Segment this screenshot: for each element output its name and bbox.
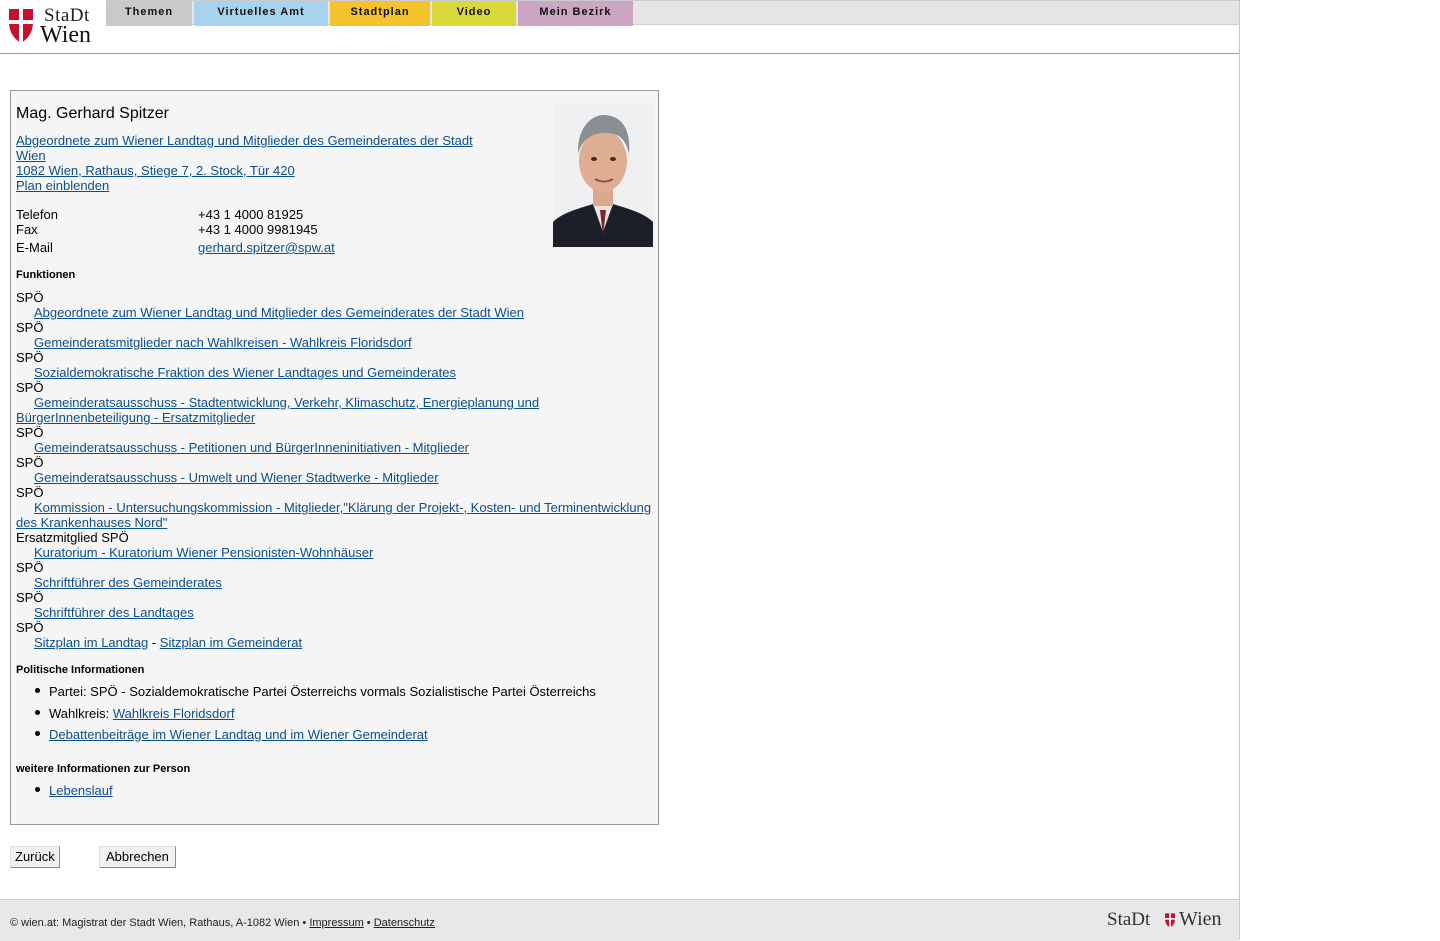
function-link[interactable]: Gemeinderatsausschuss - Petitionen und B… [34, 440, 469, 455]
header: StaDt Wien Themen Virtuelles Amt Stadtpl… [0, 0, 1239, 54]
function-link[interactable]: Gemeinderatsmitglieder nach Wahlkreisen … [34, 335, 412, 350]
seating-landtag-link[interactable]: Sitzplan im Landtag [34, 635, 148, 650]
function-party: SPÖ [16, 620, 44, 635]
district-row: Wahlkreis: Wahlkreis Floridsdorf [49, 706, 234, 721]
seating-links: Sitzplan im Landtag - Sitzplan im Gemein… [34, 635, 302, 650]
function-party: Ersatzmitglied SPÖ [16, 530, 129, 545]
bullet-icon [35, 731, 40, 736]
portrait-photo [553, 104, 653, 247]
function-party: SPÖ [16, 590, 44, 605]
vienna-shield-icon [1165, 913, 1175, 928]
cancel-button[interactable]: Abbrechen [99, 846, 176, 868]
function-link[interactable]: Sozialdemokratische Fraktion des Wiener … [34, 365, 456, 380]
political-heading: Politische Informationen [16, 664, 145, 676]
tab-video[interactable]: Video [432, 1, 516, 26]
footer-dot: • [366, 917, 371, 929]
function-party: SPÖ [16, 320, 44, 335]
function-party: SPÖ [16, 425, 44, 440]
bullet-icon [35, 688, 40, 693]
party-text: Partei: SPÖ - Sozialdemokratische Partei… [49, 684, 596, 699]
email-label: E-Mail [16, 240, 53, 255]
phone-value: +43 1 4000 81925 [198, 207, 304, 222]
function-link[interactable]: Gemeinderatsausschuss - Umwelt und Wiene… [34, 470, 439, 485]
further-info-heading: weitere Informationen zur Person [16, 763, 191, 775]
district-link[interactable]: Wahlkreis Floridsdorf [113, 706, 235, 721]
tab-virtuelles-amt[interactable]: Virtuelles Amt [194, 1, 328, 26]
bullet-icon [35, 710, 40, 715]
email-link[interactable]: gerhard.spitzer@spw.at [198, 240, 335, 255]
function-link[interactable]: Gemeinderatsausschuss - Stadtentwicklung… [34, 395, 539, 410]
plan-link[interactable]: Plan einblenden [16, 178, 109, 193]
role-link-cont[interactable]: Wien [16, 148, 46, 163]
function-link[interactable]: Schriftführer des Gemeinderates [34, 575, 222, 590]
function-link-cont[interactable]: BürgerInnenbeteiligung - Ersatzmitgliede… [16, 410, 255, 425]
fax-value: +43 1 4000 9981945 [198, 222, 318, 237]
debates-link[interactable]: Debattenbeiträge im Wiener Landtag und i… [49, 727, 428, 742]
seating-separator: - [151, 635, 157, 650]
function-party: SPÖ [16, 380, 44, 395]
tab-mein-bezirk[interactable]: Mein Bezirk [518, 1, 633, 26]
footer-logo-wien: Wien [1179, 908, 1222, 930]
phone-label: Telefon [16, 207, 58, 222]
address-link[interactable]: 1082 Wien, Rathaus, Stiege 7, 2. Stock, … [16, 163, 295, 178]
back-button[interactable]: Zurück [10, 846, 60, 868]
fax-label: Fax [16, 222, 38, 237]
function-link[interactable]: Kommission - Untersuchungskommission - M… [34, 500, 651, 515]
role-link[interactable]: Abgeordnete zum Wiener Landtag und Mitgl… [16, 133, 473, 148]
function-link[interactable]: Abgeordnete zum Wiener Landtag und Mitgl… [34, 305, 524, 320]
cv-link[interactable]: Lebenslauf [49, 783, 113, 798]
footer: © wien.at: Magistrat der Stadt Wien, Rat… [0, 899, 1239, 941]
logo-text-wien: Wien [40, 22, 92, 48]
function-party: SPÖ [16, 350, 44, 365]
seating-gemeinderat-link[interactable]: Sitzplan im Gemeinderat [160, 635, 302, 650]
district-label: Wahlkreis: [49, 706, 110, 721]
impressum-link[interactable]: Impressum [309, 917, 363, 929]
bullet-icon [35, 787, 40, 792]
person-name: Mag. Gerhard Spitzer [16, 105, 169, 122]
function-link-cont[interactable]: des Krankenhauses Nord" [16, 515, 167, 530]
footer-stadt-wien-logo[interactable]: StaDt Wien [1107, 908, 1231, 931]
footer-text: © wien.at: Magistrat der Stadt Wien, Rat… [10, 917, 435, 929]
function-party: SPÖ [16, 290, 44, 305]
tab-themen[interactable]: Themen [106, 1, 192, 26]
function-party: SPÖ [16, 485, 44, 500]
footer-copyright: © wien.at: Magistrat der Stadt Wien, Rat… [10, 917, 307, 929]
function-link[interactable]: Kuratorium - Kuratorium Wiener Pensionis… [34, 545, 373, 560]
function-party: SPÖ [16, 455, 44, 470]
stadt-wien-logo[interactable]: StaDt Wien [6, 5, 102, 48]
page: StaDt Wien Themen Virtuelles Amt Stadtpl… [0, 0, 1240, 941]
person-card: Mag. Gerhard Spitzer Abgeordnete zum Wie… [10, 90, 659, 825]
function-link[interactable]: Schriftführer des Landtages [34, 605, 194, 620]
main-navigation: Themen Virtuelles Amt Stadtplan Video Me… [106, 0, 1239, 26]
functions-heading: Funktionen [16, 269, 76, 281]
function-party: SPÖ [16, 560, 44, 575]
footer-logo-stadt: StaDt [1107, 909, 1151, 930]
datenschutz-link[interactable]: Datenschutz [374, 917, 435, 929]
vienna-shield-icon [9, 9, 33, 43]
tab-stadtplan[interactable]: Stadtplan [330, 1, 430, 26]
